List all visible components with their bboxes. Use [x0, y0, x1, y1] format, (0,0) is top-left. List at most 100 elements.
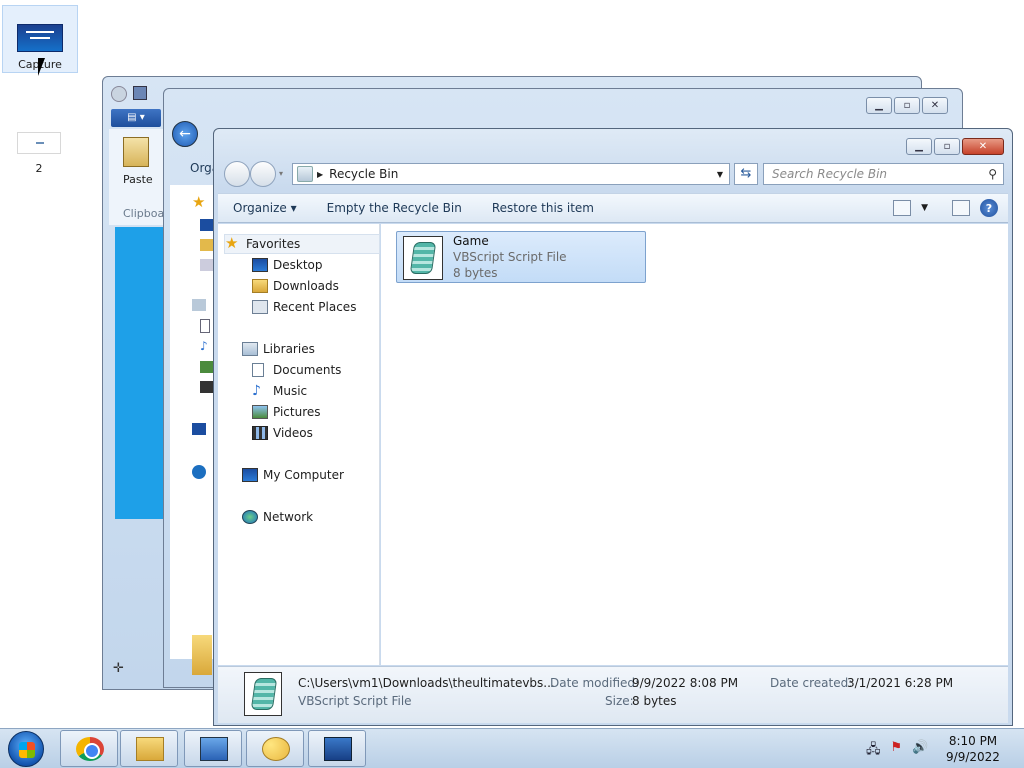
music-icon: ♪ — [200, 339, 208, 353]
file-icon — [17, 132, 61, 154]
maximize-icon[interactable]: ▫ — [934, 138, 960, 155]
restore-item-button[interactable]: Restore this item — [477, 201, 609, 215]
view-options-icon[interactable] — [893, 200, 912, 216]
windows-logo-icon — [19, 742, 35, 758]
taskbar-paint[interactable] — [246, 730, 304, 767]
address-row: ▾ ▶ Recycle Bin ▼ ⇆ Search Recycle Bin ⚲ — [222, 161, 1004, 187]
nav-downloads[interactable]: Downloads — [252, 276, 339, 296]
system-tray: 🖧 ⚑ 🔊 — [866, 740, 928, 762]
recycle-bin-window[interactable]: ▁ ▫ ✕ ▾ ▶ Recycle Bin ▼ ⇆ Search Recycle… — [213, 128, 1013, 726]
file-item-game[interactable]: Game VBScript Script File 8 bytes — [396, 231, 646, 283]
minimize-icon[interactable]: ▁ — [866, 97, 892, 114]
nav-my-computer[interactable]: My Computer — [242, 465, 344, 485]
nav-recent-places[interactable]: Recent Places — [252, 297, 356, 317]
command-bar: Organize ▾ Empty the Recycle Bin Restore… — [218, 193, 1008, 223]
breadcrumb-chevron-icon[interactable]: ▶ — [317, 170, 323, 179]
maximize-icon[interactable]: ▫ — [894, 97, 920, 114]
nav-libraries[interactable]: Libraries — [242, 339, 315, 359]
doc-icon — [200, 319, 210, 333]
details-created-label: Date created: — [770, 676, 853, 690]
nav-network[interactable]: Network — [242, 507, 313, 527]
clipboard-group-label: Clipboa — [123, 207, 165, 220]
back-button-icon[interactable] — [224, 161, 250, 187]
address-bar[interactable]: ▶ Recycle Bin ▼ — [292, 163, 730, 185]
libraries-icon — [242, 342, 258, 356]
start-button[interactable] — [8, 731, 44, 767]
videos-icon — [200, 381, 214, 393]
videos-icon — [252, 426, 268, 440]
preview-pane-icon[interactable] — [952, 200, 970, 216]
empty-recycle-bin-button[interactable]: Empty the Recycle Bin — [312, 201, 477, 215]
nav-favorites[interactable]: ★ Favorites — [224, 234, 380, 254]
navigation-pane: ★ Favorites Desktop Downloads Recent Pla… — [218, 224, 380, 665]
taskbar-control-panel[interactable] — [184, 730, 242, 767]
mouse-cursor-icon — [38, 58, 45, 76]
nav-desktop[interactable]: Desktop — [252, 255, 323, 275]
documents-icon — [252, 363, 264, 377]
minimize-icon[interactable]: ▁ — [906, 138, 932, 155]
details-size-value: 8 bytes — [632, 694, 677, 708]
search-placeholder: Search Recycle Bin — [772, 167, 888, 181]
volume-icon[interactable]: 🔊 — [912, 740, 928, 762]
network-icon — [192, 465, 206, 479]
recent-places-icon — [252, 300, 268, 314]
details-modified-value: 9/9/2022 8:08 PM — [632, 676, 739, 690]
recycle-bin-icon — [297, 166, 313, 182]
address-text: Recycle Bin — [329, 167, 399, 181]
taskbar-chrome[interactable] — [60, 730, 118, 767]
clock-date: 9/9/2022 — [946, 750, 1000, 764]
recent-pages-icon[interactable]: ▾ — [279, 169, 283, 178]
search-input[interactable]: Search Recycle Bin ⚲ — [763, 163, 1004, 185]
taskbar: 🖧 ⚑ 🔊 8:10 PM 9/9/2022 — [0, 728, 1024, 768]
caption-buttons: ▁ ▫ ✕ — [864, 97, 948, 114]
folder-icon-large — [192, 635, 212, 675]
help-icon[interactable]: ? — [980, 199, 998, 217]
forward-button-icon[interactable] — [250, 161, 276, 187]
details-modified-label: Date modified: — [550, 676, 640, 690]
action-center-icon[interactable]: ⚑ — [891, 740, 903, 762]
nav-videos[interactable]: Videos — [252, 423, 313, 443]
nav-documents[interactable]: Documents — [252, 360, 341, 380]
clock[interactable]: 8:10 PM 9/9/2022 — [940, 733, 1006, 765]
control-panel-icon — [200, 737, 228, 761]
refresh-icon[interactable]: ⇆ — [734, 163, 758, 185]
search-icon[interactable]: ⚲ — [988, 167, 997, 181]
taskbar-remote-desktop[interactable] — [308, 730, 366, 767]
details-pane: C:\Users\vm1\Downloads\theultimatevbs...… — [218, 666, 1008, 723]
libraries-icon — [192, 299, 206, 311]
file-list[interactable]: Game VBScript Script File 8 bytes — [381, 224, 1008, 665]
pictures-icon — [200, 361, 214, 373]
capture-thumbnail-icon — [17, 24, 63, 52]
close-icon[interactable]: ✕ — [922, 97, 948, 114]
taskbar-explorer[interactable] — [120, 730, 178, 767]
paste-icon — [123, 137, 149, 167]
quick-access-icons — [111, 86, 151, 102]
network-tray-icon[interactable]: 🖧 — [866, 740, 881, 762]
computer-icon — [192, 423, 206, 435]
paste-button[interactable]: Paste — [123, 173, 153, 186]
nav-pictures[interactable]: Pictures — [252, 402, 321, 422]
vbscript-file-icon — [244, 672, 282, 716]
explorer-icon — [136, 737, 164, 761]
document-area[interactable] — [115, 227, 165, 519]
desktop-icon — [200, 219, 214, 231]
folder-icon — [200, 239, 214, 251]
recent-icon — [200, 259, 214, 271]
back-button-icon[interactable]: ← — [172, 121, 198, 147]
pictures-icon — [252, 405, 268, 419]
desktop-icon-2[interactable]: 2 — [4, 132, 74, 180]
address-dropdown-icon[interactable]: ▼ — [717, 170, 723, 179]
close-icon[interactable]: ✕ — [962, 138, 1004, 155]
organize-button[interactable]: Organize ▾ — [218, 201, 312, 215]
clock-time: 8:10 PM — [948, 734, 998, 748]
view-dropdown-icon[interactable]: ▼ — [921, 203, 928, 213]
nav-music[interactable]: ♪ Music — [252, 381, 307, 401]
remote-desktop-icon — [324, 737, 352, 761]
ribbon: Paste Clipboa — [109, 129, 169, 225]
file-size: 8 bytes — [453, 266, 498, 280]
ribbon-menu-button[interactable]: ▤ ▾ — [111, 109, 161, 127]
paint-icon — [262, 737, 290, 761]
desktop-icon — [252, 258, 268, 272]
downloads-folder-icon — [252, 279, 268, 293]
network-icon — [242, 510, 258, 524]
